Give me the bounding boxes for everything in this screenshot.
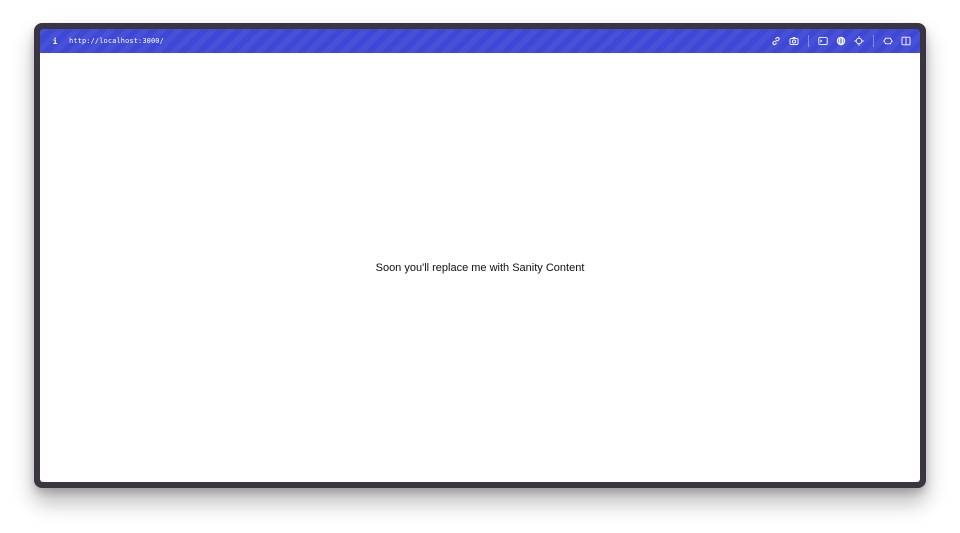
resize-icon[interactable] [880, 33, 896, 49]
browser-preview-window: i http://localhost:3000/ Soon you'll rep… [34, 23, 926, 488]
preview-content: Soon you'll replace me with Sanity Conte… [40, 53, 920, 482]
globe-icon[interactable] [833, 33, 849, 49]
info-icon[interactable]: i [50, 37, 60, 46]
preview-toolbar: i http://localhost:3000/ [40, 29, 920, 53]
url-display[interactable]: http://localhost:3000/ [69, 37, 164, 45]
split-view-icon[interactable] [898, 33, 914, 49]
crosshair-icon[interactable] [851, 33, 867, 49]
toolbar-divider [873, 35, 874, 47]
placeholder-message: Soon you'll replace me with Sanity Conte… [375, 261, 585, 274]
link-icon[interactable] [768, 33, 784, 49]
terminal-icon[interactable] [815, 33, 831, 49]
toolbar-divider [808, 35, 809, 47]
camera-icon[interactable] [786, 33, 802, 49]
toolbar-actions [768, 33, 914, 49]
